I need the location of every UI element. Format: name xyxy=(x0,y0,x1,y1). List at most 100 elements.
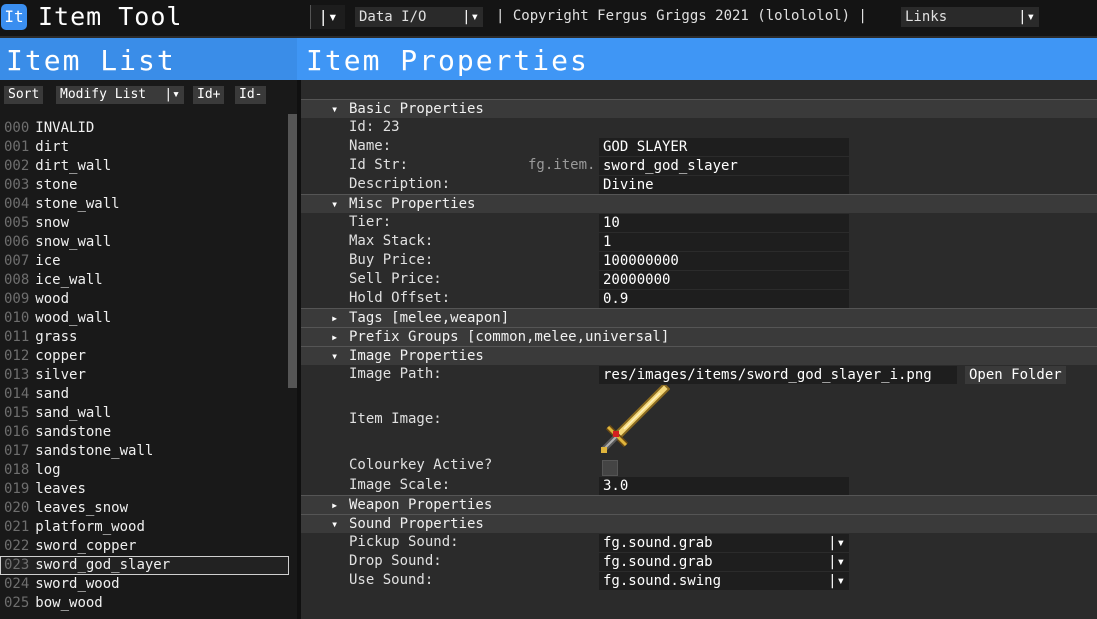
item-id: 023 xyxy=(4,557,30,573)
modify-list-dropdown[interactable]: Modify List |▾ xyxy=(56,86,184,104)
item-id: 006 xyxy=(4,234,30,250)
item-name: stone_wall xyxy=(35,196,120,212)
chevron-down-icon: ▾ xyxy=(331,197,339,211)
copyright-text: | Copyright Fergus Griggs 2021 (lolololo… xyxy=(496,8,867,24)
hold-offset-field[interactable]: 0.9 xyxy=(599,290,849,308)
sell-price-field[interactable]: 20000000 xyxy=(599,271,849,289)
list-item[interactable]: 022 sword_copper xyxy=(0,537,289,556)
image-path-field[interactable]: res/images/items/sword_god_slayer_i.png xyxy=(599,366,957,384)
item-id: 025 xyxy=(4,595,30,611)
item-id: 012 xyxy=(4,348,30,364)
buy-price-field[interactable]: 100000000 xyxy=(599,252,849,270)
list-item[interactable]: 005 snow xyxy=(0,214,289,233)
use-sound-dropdown[interactable]: fg.sound.swing |▾ xyxy=(599,572,849,590)
item-name: sandstone xyxy=(35,424,112,440)
list-item[interactable]: 020 leaves_snow xyxy=(0,499,289,518)
open-folder-button[interactable]: Open Folder xyxy=(965,366,1066,384)
item-name: INVALID xyxy=(35,120,95,136)
sort-button[interactable]: Sort xyxy=(4,86,44,104)
links-menu[interactable]: Links |▾ xyxy=(901,7,1039,27)
id-str-field[interactable]: sword_god_slayer xyxy=(599,157,849,175)
item-name: dirt_wall xyxy=(35,158,112,174)
list-item[interactable]: 023 sword_god_slayer xyxy=(0,556,289,575)
prefix-groups-header[interactable]: ▸ Prefix Groups [common,melee,universal] xyxy=(301,327,1097,346)
id-str-prefix: fg.item. xyxy=(528,157,596,173)
list-item[interactable]: 013 silver xyxy=(0,366,289,385)
chevron-right-icon: ▸ xyxy=(331,330,339,344)
section-title: Weapon Properties xyxy=(349,497,493,513)
list-item[interactable]: 001 dirt xyxy=(0,138,289,157)
pickup-sound-dropdown[interactable]: fg.sound.grab |▾ xyxy=(599,534,849,552)
id-plus-button[interactable]: Id+ xyxy=(193,86,225,104)
tier-field[interactable]: 10 xyxy=(599,214,849,232)
list-item[interactable]: 025 bow_wood xyxy=(0,594,289,613)
list-item[interactable]: 003 stone xyxy=(0,176,289,195)
image-path-value: res/images/items/sword_god_slayer_i.png xyxy=(603,367,932,383)
id-label: Id: 23 xyxy=(349,119,400,135)
list-item[interactable]: 012 copper xyxy=(0,347,289,366)
name-field[interactable]: GOD SLAYER xyxy=(599,138,849,156)
list-item[interactable]: 010 wood_wall xyxy=(0,309,289,328)
name-value: GOD SLAYER xyxy=(603,139,688,155)
basic-properties-header[interactable]: ▾ Basic Properties xyxy=(301,99,1097,118)
list-item[interactable]: 002 dirt_wall xyxy=(0,157,289,176)
max-stack-field[interactable]: 1 xyxy=(599,233,849,251)
list-item[interactable]: 006 snow_wall xyxy=(0,233,289,252)
item-name: copper xyxy=(35,348,86,364)
image-properties-header[interactable]: ▾ Image Properties xyxy=(301,346,1097,365)
list-item[interactable]: 004 stone_wall xyxy=(0,195,289,214)
item-properties-heading: Item Properties xyxy=(306,44,589,77)
item-id: 015 xyxy=(4,405,30,421)
misc-properties-header[interactable]: ▾ Misc Properties xyxy=(301,194,1097,213)
section-title: Tags [melee,weapon] xyxy=(349,310,510,326)
item-name: log xyxy=(35,462,61,478)
list-item[interactable]: 014 sand xyxy=(0,385,289,404)
image-scale-field[interactable]: 3.0 xyxy=(599,477,849,495)
drop-sound-dropdown[interactable]: fg.sound.grab |▾ xyxy=(599,553,849,571)
id-minus-button[interactable]: Id- xyxy=(235,86,267,104)
item-id: 022 xyxy=(4,538,30,554)
chevron-right-icon: ▸ xyxy=(331,311,339,325)
list-item[interactable]: 011 grass xyxy=(0,328,289,347)
sound-properties-header[interactable]: ▾ Sound Properties xyxy=(301,514,1097,533)
list-item[interactable]: 009 wood xyxy=(0,290,289,309)
tool-select-dropdown[interactable]: |▾ xyxy=(310,5,345,29)
data-io-menu[interactable]: Data I/O |▾ xyxy=(355,7,483,27)
item-id: 011 xyxy=(4,329,30,345)
list-scrollbar[interactable] xyxy=(288,114,297,388)
section-title: Sound Properties xyxy=(349,516,484,532)
list-item[interactable]: 017 sandstone_wall xyxy=(0,442,289,461)
list-item[interactable]: 016 sandstone xyxy=(0,423,289,442)
weapon-properties-header[interactable]: ▸ Weapon Properties xyxy=(301,495,1097,514)
app-title: Item Tool xyxy=(38,2,183,31)
list-item[interactable]: 018 log xyxy=(0,461,289,480)
id-str-value: sword_god_slayer xyxy=(603,158,738,174)
links-label: Links xyxy=(905,9,948,25)
item-id: 001 xyxy=(4,139,30,155)
list-item[interactable]: 021 platform_wood xyxy=(0,518,289,537)
chevron-down-icon: |▾ xyxy=(828,535,845,551)
item-id: 000 xyxy=(4,120,30,136)
item-name: platform_wood xyxy=(35,519,145,535)
item-id: 019 xyxy=(4,481,30,497)
list-item[interactable]: 000 INVALID xyxy=(0,119,289,138)
section-title: Basic Properties xyxy=(349,101,484,117)
list-item[interactable]: 019 leaves xyxy=(0,480,289,499)
colourkey-checkbox[interactable] xyxy=(602,460,618,476)
buy-price-value: 100000000 xyxy=(603,253,679,269)
item-id: 005 xyxy=(4,215,30,231)
list-item[interactable]: 007 ice xyxy=(0,252,289,271)
list-item[interactable]: 008 ice_wall xyxy=(0,271,289,290)
item-name: wood xyxy=(35,291,70,307)
chevron-down-icon: |▾ xyxy=(164,87,180,102)
item-name: grass xyxy=(35,329,78,345)
sell-price-value: 20000000 xyxy=(603,272,671,288)
item-name: stone xyxy=(35,177,78,193)
item-name: bow_wood xyxy=(35,595,103,611)
tags-header[interactable]: ▸ Tags [melee,weapon] xyxy=(301,308,1097,327)
list-item[interactable]: 024 sword_wood xyxy=(0,575,289,594)
item-name: silver xyxy=(35,367,86,383)
item-id: 002 xyxy=(4,158,30,174)
description-field[interactable]: Divine xyxy=(599,176,849,194)
list-item[interactable]: 015 sand_wall xyxy=(0,404,289,423)
